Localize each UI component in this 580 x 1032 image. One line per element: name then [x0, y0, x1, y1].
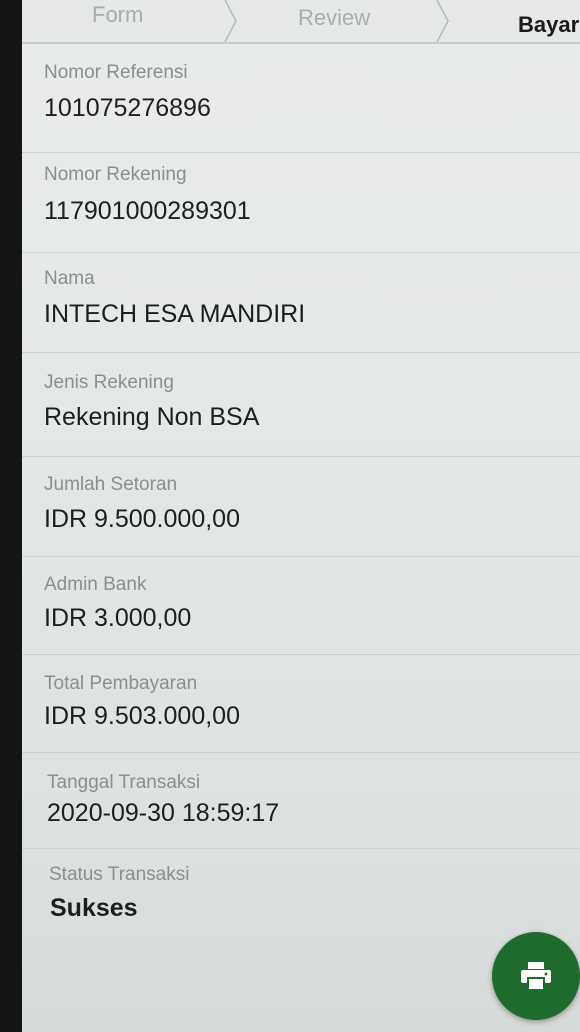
field-label: Jenis Rekening [44, 372, 174, 393]
field-jenis-rekening: Jenis Rekening Rekening Non BSA [22, 352, 580, 457]
field-nama: Nama INTECH ESA MANDIRI [22, 252, 580, 353]
chevron-right-icon [222, 0, 242, 42]
field-value: INTECH ESA MANDIRI [44, 300, 306, 328]
field-value: IDR 3.000,00 [44, 604, 192, 632]
field-tanggal-transaksi: Tanggal Transaksi 2020-09-30 18:59:17 [22, 752, 580, 849]
field-value: IDR 9.503.000,00 [44, 702, 240, 730]
field-status-transaksi: Status Transaksi Sukses [22, 848, 580, 938]
field-value: 117901000289301 [44, 197, 251, 225]
chevron-right-icon [434, 0, 454, 42]
field-label: Nama [44, 268, 95, 289]
field-label: Total Pembayaran [44, 673, 198, 694]
field-value: Rekening Non BSA [44, 403, 260, 431]
field-total-pembayaran: Total Pembayaran IDR 9.503.000,00 [22, 654, 580, 753]
field-admin-bank: Admin Bank IDR 3.000,00 [22, 556, 580, 655]
payment-receipt-screen: Form Review Bayar Nomor Referensi 101075… [22, 0, 580, 1032]
field-label: Admin Bank [44, 574, 147, 595]
field-label: Tanggal Transaksi [47, 772, 201, 793]
print-button[interactable] [492, 932, 580, 1020]
field-label: Jumlah Setoran [44, 474, 178, 495]
field-nomor-rekening: Nomor Rekening 117901000289301 [22, 152, 580, 253]
step-form[interactable]: Form [92, 2, 143, 28]
field-label: Nomor Rekening [44, 164, 187, 185]
progress-stepper: Form Review Bayar [22, 0, 580, 44]
field-label: Nomor Referensi [44, 62, 188, 83]
field-value: IDR 9.500.000,00 [44, 505, 240, 533]
step-review[interactable]: Review [298, 5, 370, 31]
printer-icon [520, 961, 552, 991]
field-nomor-referensi: Nomor Referensi 101075276896 [22, 44, 580, 153]
field-value: Sukses [50, 894, 138, 922]
field-label: Status Transaksi [49, 864, 190, 885]
step-bayar[interactable]: Bayar [518, 12, 579, 38]
field-value: 2020-09-30 18:59:17 [47, 799, 280, 827]
field-jumlah-setoran: Jumlah Setoran IDR 9.500.000,00 [22, 456, 580, 557]
field-value: 101075276896 [44, 94, 211, 122]
